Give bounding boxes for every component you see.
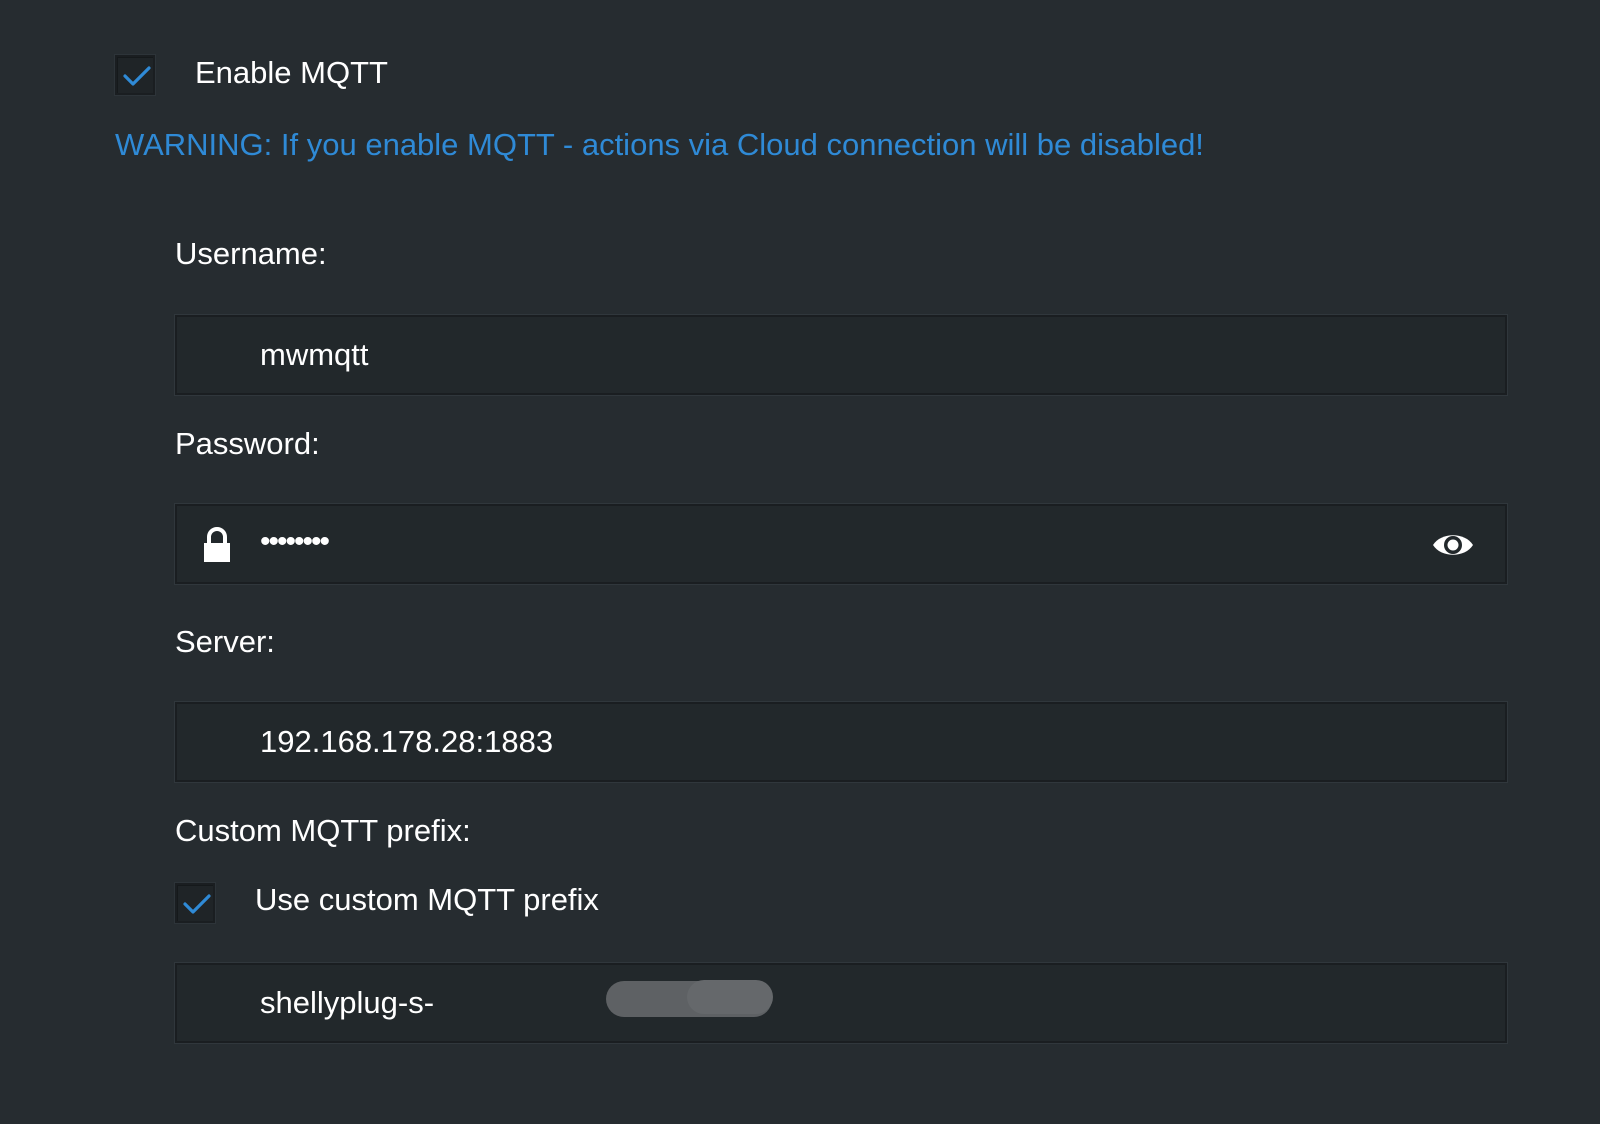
- password-value: ••••••••: [260, 525, 330, 558]
- server-label: Server:: [175, 624, 275, 659]
- use-custom-prefix-label[interactable]: Use custom MQTT prefix: [255, 882, 599, 918]
- mqtt-warning-text: WARNING: If you enable MQTT - actions vi…: [115, 127, 1204, 162]
- server-value: 192.168.178.28:1883: [260, 724, 554, 759]
- server-input[interactable]: 192.168.178.28:1883: [175, 702, 1507, 782]
- username-label: Username:: [175, 236, 327, 271]
- lock-icon: [204, 527, 230, 562]
- custom-prefix-input[interactable]: shellyplug-s-: [175, 963, 1507, 1043]
- username-input[interactable]: mwmqtt: [175, 315, 1507, 395]
- enable-mqtt-checkbox[interactable]: [115, 55, 155, 95]
- checkmark-icon: [183, 894, 211, 914]
- custom-prefix-value: shellyplug-s-: [260, 985, 435, 1020]
- custom-prefix-label: Custom MQTT prefix:: [175, 813, 471, 848]
- password-label: Password:: [175, 426, 320, 461]
- redaction-blob: [687, 980, 773, 1014]
- password-input[interactable]: ••••••••: [175, 504, 1507, 584]
- enable-mqtt-label[interactable]: Enable MQTT: [195, 55, 388, 91]
- username-value: mwmqtt: [260, 337, 369, 372]
- eye-icon[interactable]: [1431, 528, 1475, 562]
- use-custom-prefix-checkbox[interactable]: [175, 883, 215, 923]
- checkmark-icon: [123, 66, 151, 86]
- mqtt-settings-page: Enable MQTT WARNING: If you enable MQTT …: [0, 0, 1600, 1124]
